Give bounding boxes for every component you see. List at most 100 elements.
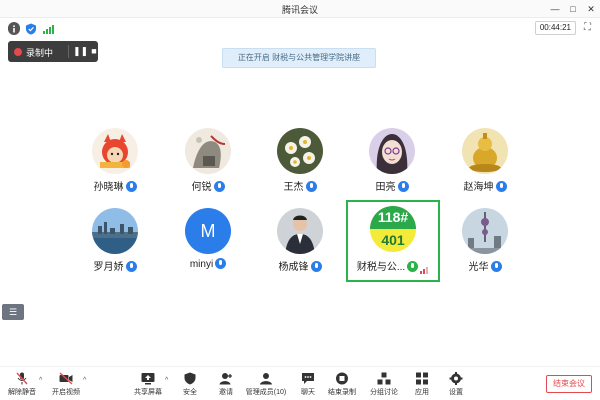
participant-name-row: 罗月娇 [70, 258, 160, 273]
divider [68, 45, 69, 58]
share-label: 共享屏幕 [134, 389, 162, 396]
record-label: 结束录制 [328, 389, 356, 396]
participant-name: 田亮 [375, 182, 396, 193]
avatar [185, 128, 231, 174]
minimize-button[interactable]: — [548, 2, 562, 16]
participant-tile-active[interactable]: 118# 401 财税与公... [346, 200, 440, 282]
meeting-info-icon[interactable] [8, 22, 20, 35]
avatar [92, 128, 138, 174]
participant-tile[interactable]: 光华 [440, 202, 530, 284]
settings-label: 设置 [449, 389, 463, 396]
avatar [462, 128, 508, 174]
participant-name: 杨成锋 [278, 262, 309, 273]
meeting-timer: 00:44:21 [534, 21, 576, 35]
title-bar: 腾讯会议 — □ ✕ [0, 0, 600, 18]
apps-grid-icon [416, 372, 428, 385]
mic-icon [305, 181, 317, 192]
settings-button[interactable]: 设置 [434, 372, 478, 400]
notice-toast: 正在开启 财税与公共管理学院讲座 [222, 48, 376, 68]
record-stop-icon [336, 372, 348, 385]
video-label: 开启视频 [52, 389, 80, 396]
participant-name-row: minyi [163, 258, 253, 270]
participant-name-row: 孙晓琳 [70, 178, 160, 193]
close-button[interactable]: ✕ [584, 2, 598, 16]
mute-button[interactable]: 解除静音 [0, 372, 44, 400]
recording-label: 录制中 [26, 48, 54, 58]
participant-name: 罗月娇 [93, 262, 124, 273]
mic-icon [310, 261, 322, 272]
participant-tile[interactable]: 王杰 [255, 122, 345, 204]
participant-tile[interactable]: 田亮 [347, 122, 437, 204]
participant-name: minyi [189, 259, 214, 270]
fullscreen-icon[interactable]: ⛶ [581, 21, 594, 34]
signal-icon [420, 263, 429, 274]
participant-name: 财税与公... [356, 262, 406, 273]
participant-name-row: 赵海坤 [440, 178, 530, 193]
participant-tile[interactable]: 何锐 [163, 122, 253, 204]
share-screen-button[interactable]: 共享屏幕 [126, 372, 170, 400]
participant-name: 赵海坤 [463, 182, 494, 193]
participant-name: 何锐 [191, 182, 212, 193]
window-title: 腾讯会议 [281, 5, 318, 15]
participant-tile[interactable]: M minyi [163, 202, 253, 284]
participant-name-row: 田亮 [347, 178, 437, 193]
avatar: M [185, 208, 231, 254]
participant-tile[interactable]: 赵海坤 [440, 122, 530, 204]
mic-icon [397, 181, 409, 192]
mic-icon [125, 261, 137, 272]
recording-dot-icon [14, 48, 22, 56]
share-screen-icon [141, 373, 155, 385]
manage-members-button[interactable]: 管理成员(10) [244, 372, 288, 400]
avatar-initial: M [200, 221, 216, 241]
bottom-toolbar: 解除静音 ^ 开启视频 ^ 共享屏幕 ^ 安全 邀请 管理成员(10) 聊天 结… [0, 366, 600, 400]
avatar: 118# 401 [370, 206, 416, 252]
stop-recording-icon[interactable]: ■ [88, 45, 100, 58]
participant-name: 光华 [468, 262, 489, 273]
chevron-up-icon[interactable]: ^ [83, 377, 86, 384]
recording-bar: 录制中 ❚❚ ■ [8, 41, 98, 62]
avatar [92, 208, 138, 254]
breakout-icon [377, 372, 391, 385]
info-bar: 00:44:21 ⛶ [0, 18, 600, 38]
stop-recording-button[interactable]: 结束录制 [320, 372, 364, 400]
mute-label: 解除静音 [8, 389, 36, 396]
mic-icon [125, 181, 137, 192]
invite-button[interactable]: 邀请 [204, 372, 248, 400]
participant-tile[interactable]: 孙晓琳 [70, 122, 160, 204]
avatar [369, 128, 415, 174]
sticker-bottom: 401 [381, 232, 405, 248]
avatar [462, 208, 508, 254]
participant-tile[interactable]: 杨成锋 [255, 202, 345, 284]
microphone-muted-icon [16, 372, 28, 385]
chat-icon [302, 373, 314, 384]
signal-icon[interactable] [42, 22, 54, 34]
participant-name-row: 杨成锋 [255, 258, 345, 273]
add-user-icon [219, 373, 232, 385]
members-icon [260, 373, 272, 385]
participant-name-row: 财税与公... [348, 258, 438, 274]
mic-icon [215, 258, 227, 269]
list-view-icon[interactable]: ☰ [2, 304, 24, 320]
camera-off-icon [59, 372, 73, 385]
chevron-up-icon[interactable]: ^ [39, 377, 42, 384]
participant-name-row: 王杰 [255, 178, 345, 193]
video-button[interactable]: 开启视频 [44, 372, 88, 400]
participant-name: 孙晓琳 [93, 182, 124, 193]
participant-name-row: 何锐 [163, 178, 253, 193]
avatar [277, 208, 323, 254]
members-label: 管理成员(10) [245, 389, 287, 396]
participant-tile[interactable]: 罗月娇 [70, 202, 160, 284]
mic-icon [490, 261, 502, 272]
participant-name-row: 光华 [440, 258, 530, 273]
participant-name: 王杰 [283, 182, 304, 193]
mic-icon [213, 181, 225, 192]
pause-recording-icon[interactable]: ❚❚ [73, 45, 88, 58]
maximize-button[interactable]: □ [566, 2, 580, 16]
end-meeting-button[interactable]: 结束会议 [546, 375, 592, 393]
avatar [277, 128, 323, 174]
gear-icon [449, 372, 463, 385]
shield-icon [184, 372, 196, 385]
shield-icon[interactable] [25, 22, 37, 35]
invite-label: 邀请 [219, 389, 233, 396]
mic-icon [495, 181, 507, 192]
